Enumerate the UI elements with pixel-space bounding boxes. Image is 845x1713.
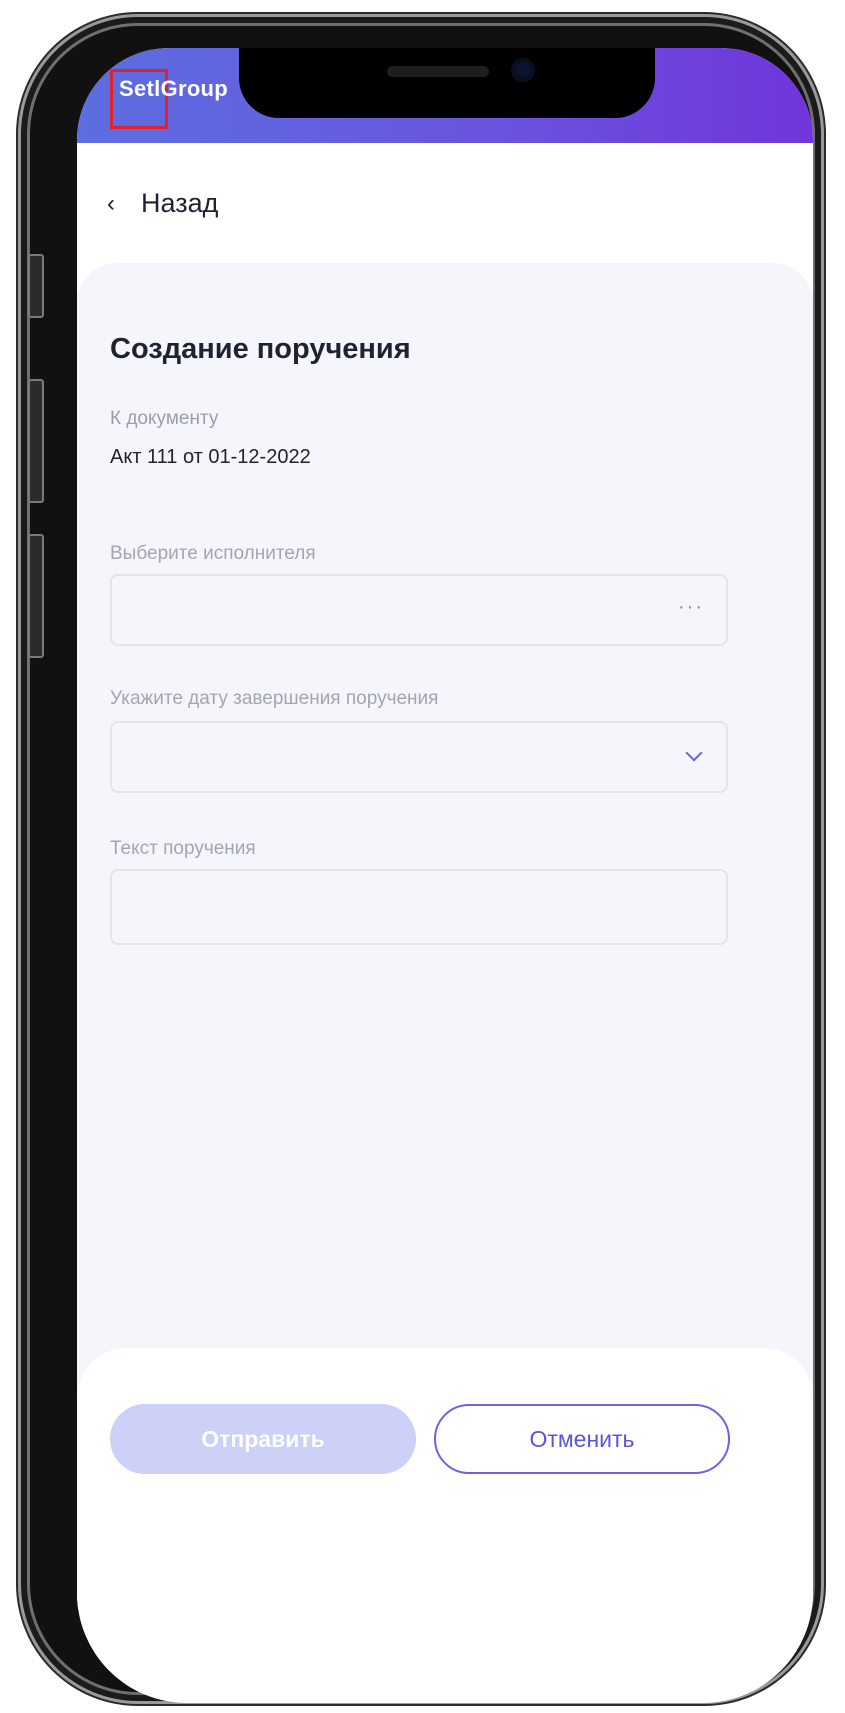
due-date-select[interactable] bbox=[110, 721, 728, 793]
chevron-left-icon: ‹ bbox=[107, 189, 115, 217]
executor-label: Выберите исполнителя bbox=[110, 543, 316, 564]
front-camera bbox=[511, 58, 535, 82]
device-notch bbox=[239, 48, 655, 118]
mute-switch bbox=[28, 254, 44, 318]
action-footer: Отправить Отменить bbox=[77, 1348, 813, 1608]
instruction-text-input[interactable] bbox=[110, 869, 728, 945]
form-panel: Создание поручения К документу Акт 111 о… bbox=[77, 263, 813, 1513]
app-logo: SetlGroup bbox=[119, 76, 229, 101]
speaker-grille bbox=[387, 66, 489, 77]
chevron-down-icon[interactable] bbox=[685, 744, 703, 762]
phone-screen: SetlGroup ‹ Назад Создание поручения К д… bbox=[77, 48, 813, 1703]
back-label: Назад bbox=[141, 188, 219, 218]
instruction-text-label: Текст поручения bbox=[110, 838, 256, 859]
send-button[interactable]: Отправить bbox=[110, 1404, 416, 1474]
cancel-button[interactable]: Отменить bbox=[434, 1404, 730, 1474]
page-title: Создание поручения bbox=[110, 333, 411, 365]
more-dots-icon[interactable]: ··· bbox=[678, 596, 704, 619]
document-value: Акт 111 от 01-12-2022 bbox=[110, 446, 311, 468]
executor-field[interactable]: ··· bbox=[110, 574, 728, 646]
volume-up-button bbox=[28, 379, 44, 503]
back-button[interactable]: ‹ Назад bbox=[107, 188, 218, 219]
document-caption: К документу bbox=[110, 408, 219, 429]
due-date-label: Укажите дату завершения поручения bbox=[110, 688, 439, 709]
volume-down-button bbox=[28, 534, 44, 658]
